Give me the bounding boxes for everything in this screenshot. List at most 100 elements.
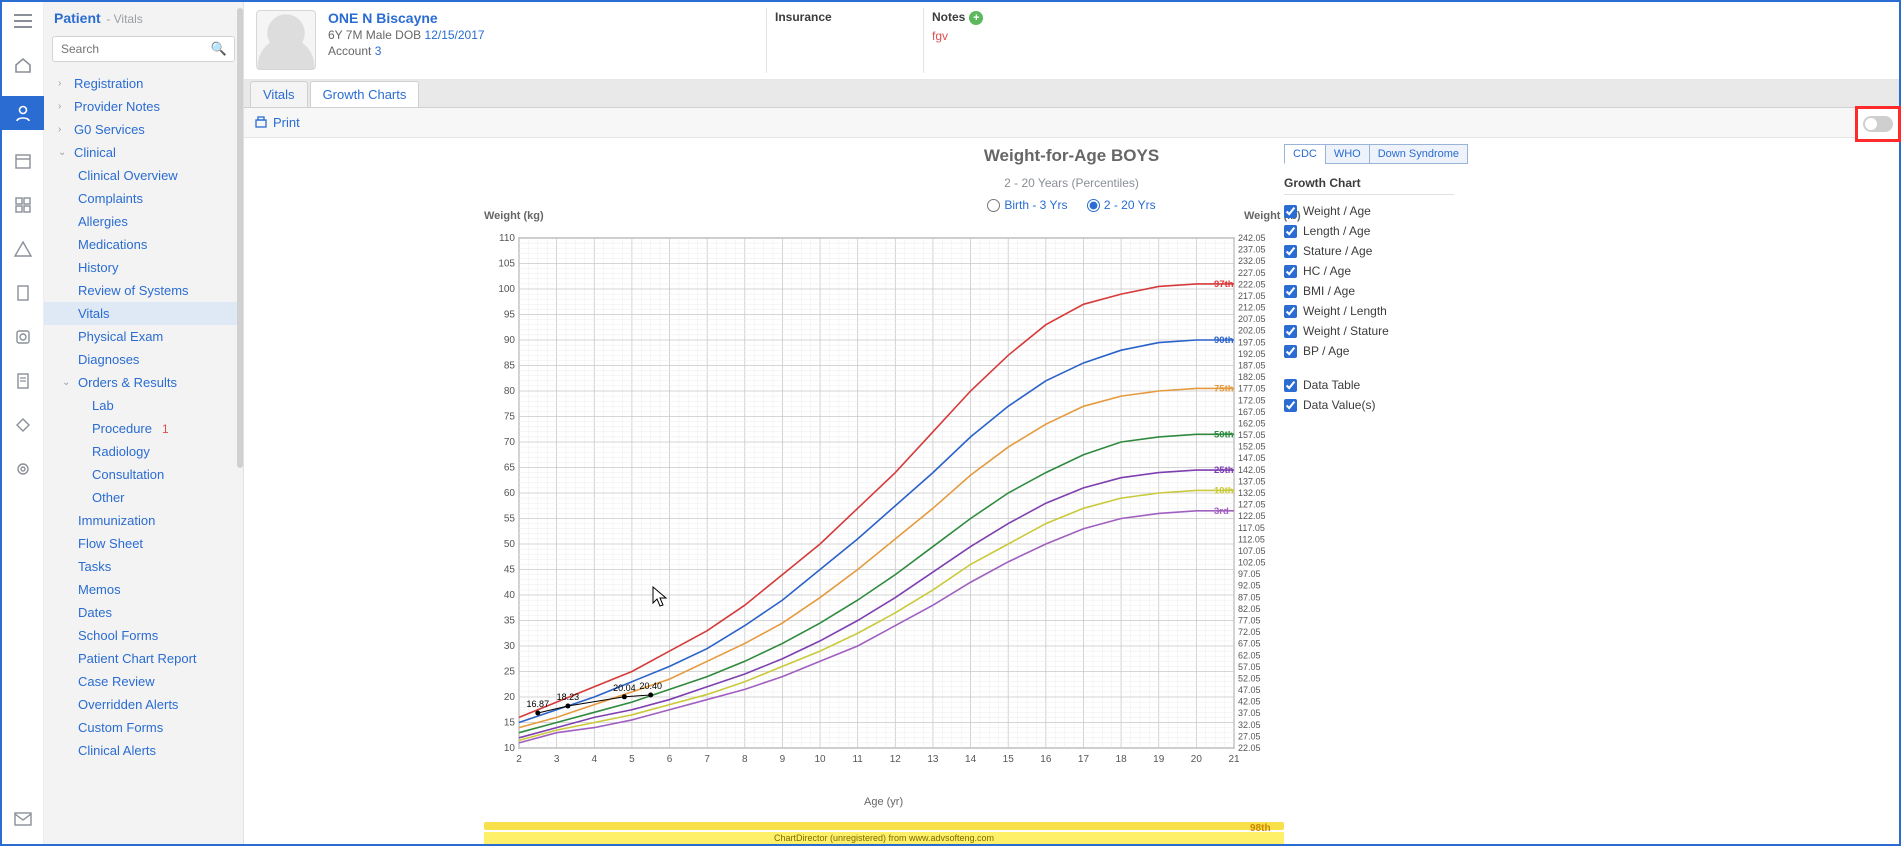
- svg-text:5: 5: [629, 754, 635, 765]
- svg-text:242.05: 242.05: [1238, 233, 1266, 243]
- growth-source-tabs: CDC WHO Down Syndrome: [1284, 144, 1467, 164]
- nav-complaints[interactable]: Complaints: [44, 187, 243, 210]
- mail-icon[interactable]: [10, 806, 36, 832]
- nav-vitals[interactable]: Vitals: [44, 302, 243, 325]
- nav-dates[interactable]: Dates: [44, 601, 243, 624]
- print-button[interactable]: Print: [254, 115, 300, 130]
- nav-lab[interactable]: Lab: [44, 394, 243, 417]
- opt-weight-stature[interactable]: Weight / Stature: [1284, 321, 1454, 341]
- search-wrap: 🔍: [52, 36, 235, 62]
- nav-tasks[interactable]: Tasks: [44, 555, 243, 578]
- sidebar-header: Patient - Vitals: [44, 2, 243, 32]
- svg-text:187.05: 187.05: [1238, 361, 1266, 371]
- svg-text:35: 35: [504, 616, 516, 627]
- opt-hc-age[interactable]: HC / Age: [1284, 261, 1454, 281]
- rx-icon[interactable]: [10, 412, 36, 438]
- main: ONE N Biscayne 6Y 7M Male DOB 12/15/2017…: [244, 2, 1899, 844]
- opt-weight-age[interactable]: Weight / Age: [1284, 201, 1454, 221]
- tab-growth-charts[interactable]: Growth Charts: [310, 81, 420, 107]
- nav-g0-services[interactable]: ›G0 Services: [44, 118, 243, 141]
- nav-radiology[interactable]: Radiology: [44, 440, 243, 463]
- svg-text:142.05: 142.05: [1238, 465, 1266, 475]
- radio-2-20yrs[interactable]: 2 - 20 Yrs: [1087, 198, 1156, 212]
- svg-text:12: 12: [890, 754, 902, 765]
- tab-cdc[interactable]: CDC: [1284, 144, 1326, 164]
- nav-clinical-alerts[interactable]: Clinical Alerts: [44, 739, 243, 762]
- tab-down-syndrome[interactable]: Down Syndrome: [1369, 144, 1468, 164]
- alert-icon[interactable]: [10, 236, 36, 262]
- patient-icon[interactable]: [2, 96, 44, 130]
- opt-bmi-age[interactable]: BMI / Age: [1284, 281, 1454, 301]
- nav-overridden-alerts[interactable]: Overridden Alerts: [44, 693, 243, 716]
- notes-label: Notes+: [932, 10, 983, 25]
- svg-text:25th: 25th: [1214, 465, 1234, 476]
- sidebar-scrollbar[interactable]: [237, 8, 243, 468]
- grid-icon[interactable]: [10, 192, 36, 218]
- svg-text:7: 7: [704, 754, 710, 765]
- svg-text:152.05: 152.05: [1238, 442, 1266, 452]
- divider: [766, 8, 767, 73]
- calendar-icon[interactable]: [10, 148, 36, 174]
- svg-text:6: 6: [667, 754, 673, 765]
- opt-stature-age[interactable]: Stature / Age: [1284, 241, 1454, 261]
- svg-text:37.05: 37.05: [1238, 708, 1261, 718]
- svg-text:217.05: 217.05: [1238, 291, 1266, 301]
- nav-medications[interactable]: Medications: [44, 233, 243, 256]
- svg-text:157.05: 157.05: [1238, 430, 1266, 440]
- toggle-switch[interactable]: [1863, 116, 1893, 132]
- opt-length-age[interactable]: Length / Age: [1284, 221, 1454, 241]
- nav-patient-chart-report[interactable]: Patient Chart Report: [44, 647, 243, 670]
- nav-review-of-systems[interactable]: Review of Systems: [44, 279, 243, 302]
- slider-bar[interactable]: [484, 822, 1284, 830]
- nav-orders-results[interactable]: ⌄Orders & Results: [44, 371, 243, 394]
- nav-physical-exam[interactable]: Physical Exam: [44, 325, 243, 348]
- radio-birth-3yrs[interactable]: Birth - 3 Yrs: [987, 198, 1067, 212]
- svg-text:22.05: 22.05: [1238, 743, 1261, 753]
- nav-procedure[interactable]: Procedure1: [44, 417, 243, 440]
- add-note-icon[interactable]: +: [969, 11, 983, 25]
- tab-vitals[interactable]: Vitals: [250, 81, 308, 107]
- document-icon[interactable]: [10, 280, 36, 306]
- nav-custom-forms[interactable]: Custom Forms: [44, 716, 243, 739]
- dial-icon[interactable]: [10, 324, 36, 350]
- nav-registration[interactable]: ›Registration: [44, 72, 243, 95]
- opt-bp-age[interactable]: BP / Age: [1284, 341, 1454, 361]
- svg-text:32.05: 32.05: [1238, 720, 1261, 730]
- svg-text:20: 20: [1191, 754, 1203, 765]
- nav-case-review[interactable]: Case Review: [44, 670, 243, 693]
- svg-text:3: 3: [554, 754, 560, 765]
- search-input[interactable]: [52, 36, 235, 62]
- page-icon[interactable]: [10, 368, 36, 394]
- view-toggle[interactable]: [1855, 106, 1901, 142]
- svg-text:192.05: 192.05: [1238, 349, 1266, 359]
- nav-history[interactable]: History: [44, 256, 243, 279]
- svg-text:232.05: 232.05: [1238, 256, 1266, 266]
- nav-flow-sheet[interactable]: Flow Sheet: [44, 532, 243, 555]
- nav-immunization[interactable]: Immunization: [44, 509, 243, 532]
- nav-provider-notes[interactable]: ›Provider Notes: [44, 95, 243, 118]
- nav-clinical-overview[interactable]: Clinical Overview: [44, 164, 243, 187]
- opt-data-values[interactable]: Data Value(s): [1284, 395, 1454, 415]
- nav-allergies[interactable]: Allergies: [44, 210, 243, 233]
- nav-consultation[interactable]: Consultation: [44, 463, 243, 486]
- chart-title: Weight-for-Age BOYS: [244, 146, 1899, 166]
- svg-text:65: 65: [504, 463, 516, 474]
- home-icon[interactable]: [10, 52, 36, 78]
- svg-text:137.05: 137.05: [1238, 476, 1266, 486]
- svg-text:110: 110: [499, 233, 515, 244]
- nav-memos[interactable]: Memos: [44, 578, 243, 601]
- svg-text:90th: 90th: [1214, 335, 1234, 346]
- nav-diagnoses[interactable]: Diagnoses: [44, 348, 243, 371]
- svg-text:16.87: 16.87: [527, 699, 550, 709]
- tab-who[interactable]: WHO: [1325, 144, 1370, 164]
- hamburger-icon[interactable]: [10, 8, 36, 34]
- nav-other[interactable]: Other: [44, 486, 243, 509]
- svg-text:92.05: 92.05: [1238, 581, 1261, 591]
- search-icon[interactable]: 🔍: [211, 41, 227, 57]
- gear-icon[interactable]: [10, 456, 36, 482]
- nav-school-forms[interactable]: School Forms: [44, 624, 243, 647]
- opt-data-table[interactable]: Data Table: [1284, 375, 1454, 395]
- opt-weight-length[interactable]: Weight / Length: [1284, 301, 1454, 321]
- nav-clinical[interactable]: ⌄Clinical: [44, 141, 243, 164]
- svg-text:40: 40: [504, 590, 516, 601]
